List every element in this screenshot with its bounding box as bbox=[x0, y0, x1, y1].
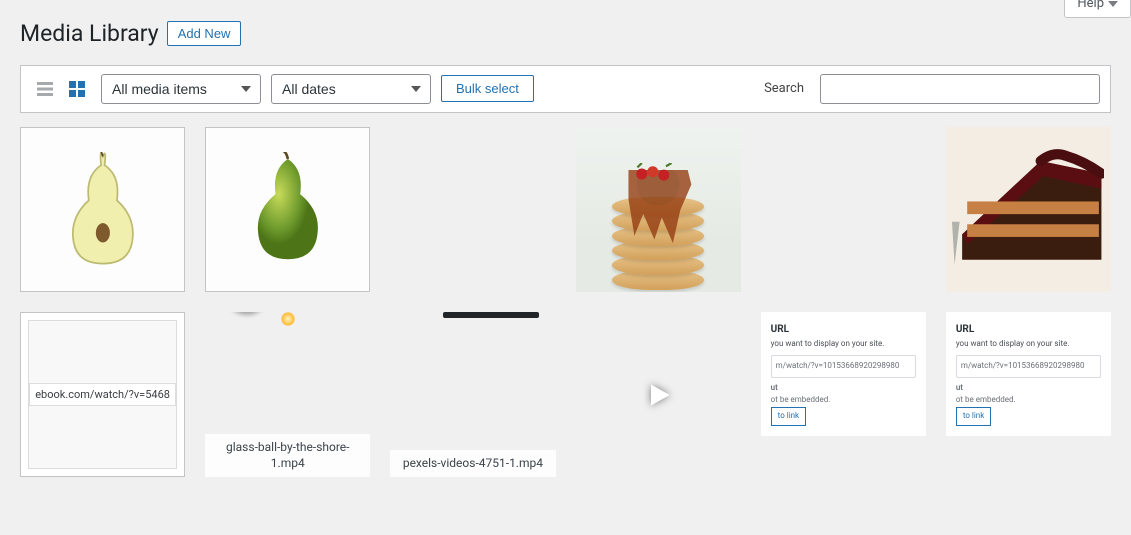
url-card-sample: m/watch/?v=10153668920298980 bbox=[956, 355, 1101, 378]
view-switch bbox=[31, 75, 91, 103]
url-text: ebook.com/watch/?v=5468 bbox=[29, 383, 176, 406]
thumbnail bbox=[576, 127, 741, 292]
media-grid: ebook.com/watch/?v=5468 glass-ball-by-th… bbox=[20, 127, 1111, 497]
url-card-heading: URL bbox=[771, 322, 916, 338]
media-item-pear-cut[interactable] bbox=[20, 127, 185, 292]
search-input[interactable] bbox=[820, 74, 1100, 104]
url-card-btn: to link bbox=[956, 407, 991, 426]
media-item-url-embed-2[interactable]: URL you want to display on your site. m/… bbox=[946, 312, 1111, 477]
url-card-btn: to link bbox=[771, 407, 806, 426]
media-item-coffee[interactable]: Write caption... bbox=[576, 312, 741, 477]
media-item-pear-whole[interactable] bbox=[205, 127, 370, 292]
media-item-cake[interactable] bbox=[946, 127, 1111, 292]
thumbnail bbox=[21, 128, 184, 291]
thumbnail: URL you want to display on your site. m/… bbox=[946, 312, 1111, 436]
thumbnail: ebook.com/watch/?v=5468 bbox=[29, 321, 176, 468]
url-card-err2: ot be embedded. bbox=[771, 394, 916, 407]
add-new-button[interactable]: Add New bbox=[167, 21, 242, 46]
thumbnail bbox=[946, 127, 1111, 292]
media-item-pancakes[interactable] bbox=[576, 127, 741, 292]
url-card-sample: m/watch/?v=10153668920298980 bbox=[771, 355, 916, 378]
caret-down-icon bbox=[1108, 0, 1118, 9]
list-view-button[interactable] bbox=[31, 75, 59, 103]
search-label: Search bbox=[764, 81, 804, 96]
url-card-err1: ut bbox=[771, 382, 916, 395]
media-item-gingerbread[interactable] bbox=[390, 127, 555, 292]
media-item-sunset-video[interactable]: glass-ball-by-the-shore-1.mp4 bbox=[205, 312, 370, 477]
thumbnail bbox=[206, 128, 369, 291]
media-caption: glass-ball-by-the-shore-1.mp4 bbox=[205, 434, 370, 477]
bulk-select-button[interactable]: Bulk select bbox=[441, 75, 534, 102]
pear-cut-icon bbox=[58, 152, 148, 266]
page-title: Media Library bbox=[20, 10, 159, 53]
url-card-err1: ut bbox=[956, 382, 1101, 395]
pancakes-icon bbox=[600, 170, 716, 292]
list-view-icon bbox=[35, 79, 55, 99]
media-caption: pexels-videos-4751-1.mp4 bbox=[390, 450, 555, 478]
cake-icon bbox=[952, 143, 1104, 275]
media-item-url-embed-1[interactable]: URL you want to display on your site. m/… bbox=[761, 312, 926, 477]
url-card-heading: URL bbox=[956, 322, 1101, 338]
thumbnail: URL you want to display on your site. m/… bbox=[761, 312, 926, 436]
filter-bar: All media items All dates Bulk select Se… bbox=[20, 65, 1111, 113]
play-icon bbox=[640, 377, 676, 413]
media-type-select[interactable]: All media items bbox=[101, 74, 261, 104]
grid-view-button[interactable] bbox=[63, 75, 91, 103]
url-card-err2: ot be embedded. bbox=[956, 394, 1101, 407]
media-item-monitor-video[interactable]: pexels-videos-4751-1.mp4 bbox=[390, 312, 555, 477]
date-select[interactable]: All dates bbox=[271, 74, 431, 104]
url-card-sub: you want to display on your site. bbox=[956, 338, 1101, 351]
url-card-sub: you want to display on your site. bbox=[771, 338, 916, 351]
grid-view-icon bbox=[67, 79, 87, 99]
media-item-fb-url[interactable]: ebook.com/watch/?v=5468 bbox=[20, 312, 185, 477]
pear-whole-icon bbox=[243, 152, 333, 266]
media-item-donuts[interactable] bbox=[761, 127, 926, 292]
